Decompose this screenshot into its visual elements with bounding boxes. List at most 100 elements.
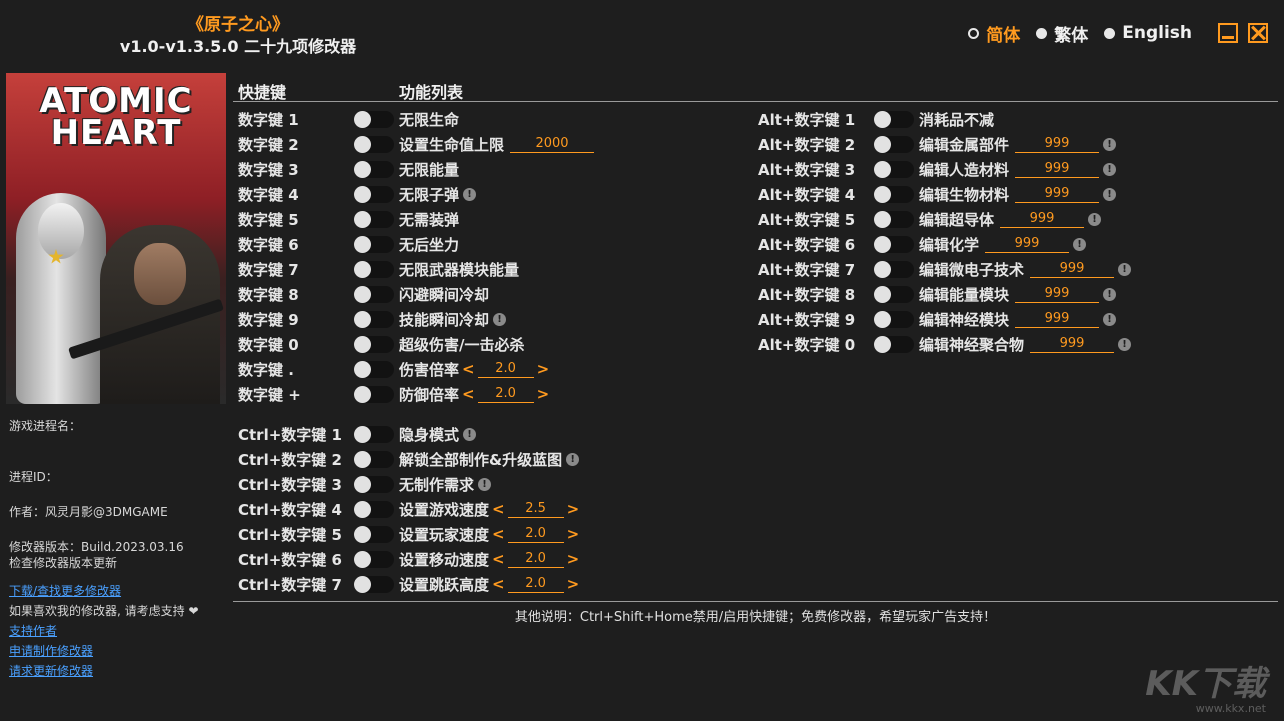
exclamation-circle-icon[interactable]: ! — [1118, 262, 1132, 276]
increase-arrow-icon[interactable]: > — [567, 500, 580, 518]
toggle-switch[interactable] — [354, 260, 394, 278]
decrease-arrow-icon[interactable]: < — [492, 575, 505, 593]
function-item: 编辑生物材料 999! — [919, 184, 1117, 205]
exclamation-circle-icon[interactable]: ! — [1103, 137, 1117, 151]
function-label: 设置生命值上限 — [399, 135, 505, 154]
toggle-switch[interactable] — [354, 335, 394, 353]
function-item: 无限武器模块能量 — [399, 259, 519, 280]
exclamation-circle-icon[interactable]: ! — [1118, 337, 1132, 351]
download-more-link[interactable]: 下载/查找更多修改器 — [9, 583, 121, 599]
function-label: 防御倍率 — [399, 385, 460, 404]
decrease-arrow-icon[interactable]: < — [462, 385, 475, 403]
toggle-switch[interactable] — [874, 185, 914, 203]
toggle-switch[interactable] — [354, 285, 394, 303]
exclamation-circle-icon[interactable]: ! — [1103, 162, 1117, 176]
value-input[interactable]: 2000 — [510, 136, 595, 153]
cheat-row: 数字键 3 无限能量 — [238, 158, 758, 180]
decrease-arrow-icon[interactable]: < — [492, 550, 505, 568]
exclamation-circle-icon[interactable]: ! — [478, 477, 492, 491]
exclamation-circle-icon[interactable]: ! — [1103, 187, 1117, 201]
toggle-switch[interactable] — [354, 210, 394, 228]
function-label: 设置跳跃高度 — [399, 575, 490, 594]
lang-option-simplified[interactable]: 简体 — [968, 21, 1020, 46]
hotkey-label: Ctrl+数字键 3 — [238, 475, 342, 494]
value-input[interactable]: 999 — [985, 236, 1070, 253]
toggle-switch[interactable] — [874, 335, 914, 353]
toggle-switch[interactable] — [874, 235, 914, 253]
value-input[interactable]: 999 — [1030, 261, 1115, 278]
increase-arrow-icon[interactable]: > — [537, 385, 550, 403]
exclamation-circle-icon[interactable]: ! — [1103, 312, 1117, 326]
function-item: 无需装弹 — [399, 209, 459, 230]
toggle-switch[interactable] — [354, 525, 394, 543]
value-input[interactable]: 999 — [1015, 186, 1100, 203]
decrease-arrow-icon[interactable]: < — [492, 500, 505, 518]
function-label: 无限生命 — [399, 110, 460, 129]
toggle-switch[interactable] — [354, 185, 394, 203]
value-input[interactable]: 999 — [1015, 286, 1100, 303]
stepper-value[interactable]: 2.0 — [507, 576, 564, 593]
exclamation-circle-icon[interactable]: ! — [463, 187, 477, 201]
exclamation-circle-icon[interactable]: ! — [1088, 212, 1102, 226]
stepper-value[interactable]: 2.0 — [477, 386, 534, 403]
lang-option-traditional[interactable]: 繁体 — [1036, 21, 1088, 46]
value-input[interactable]: 999 — [1015, 161, 1100, 178]
stepper-value[interactable]: 2.0 — [477, 361, 534, 378]
exclamation-circle-icon[interactable]: ! — [493, 312, 507, 326]
stepper-value[interactable]: 2.0 — [507, 526, 564, 543]
exclamation-circle-icon[interactable]: ! — [1103, 287, 1117, 301]
request-update-link[interactable]: 请求更新修改器 — [9, 663, 93, 679]
exclamation-circle-icon[interactable]: ! — [566, 452, 580, 466]
close-icon[interactable] — [1248, 23, 1268, 43]
value-input[interactable]: 999 — [1030, 336, 1115, 353]
toggle-switch[interactable] — [874, 110, 914, 128]
request-trainer-link[interactable]: 申请制作修改器 — [9, 643, 93, 659]
toggle-switch[interactable] — [354, 135, 394, 153]
increase-arrow-icon[interactable]: > — [537, 360, 550, 378]
cheat-row: Alt+数字键 3 编辑人造材料 999! — [758, 158, 1278, 180]
toggle-switch[interactable] — [354, 385, 394, 403]
toggle-switch[interactable] — [874, 135, 914, 153]
exclamation-circle-icon[interactable]: ! — [463, 427, 477, 441]
toggle-switch[interactable] — [354, 160, 394, 178]
function-item: 无后坐力 — [399, 234, 459, 255]
process-name-label: 游戏进程名： — [9, 419, 82, 433]
value-input[interactable]: 999 — [1015, 311, 1100, 328]
decrease-arrow-icon[interactable]: < — [492, 525, 505, 543]
toggle-switch[interactable] — [354, 235, 394, 253]
check-update-link[interactable]: 检查修改器版本更新 — [9, 555, 117, 571]
value-input[interactable]: 999 — [1015, 136, 1100, 153]
toggle-switch[interactable] — [354, 360, 394, 378]
toggle-switch[interactable] — [874, 260, 914, 278]
exclamation-circle-icon[interactable]: ! — [1073, 237, 1087, 251]
increase-arrow-icon[interactable]: > — [567, 525, 580, 543]
stepper-value[interactable]: 2.5 — [507, 501, 564, 518]
cheat-row: Ctrl+数字键 7 设置跳跃高度 <2.0 > — [238, 573, 758, 595]
function-item: 伤害倍率 <2.0 > — [399, 359, 552, 380]
stepper-value[interactable]: 2.0 — [507, 551, 564, 568]
toggle-switch[interactable] — [354, 310, 394, 328]
toggle-switch[interactable] — [354, 450, 394, 468]
function-item: 编辑神经模块 999! — [919, 309, 1117, 330]
increase-arrow-icon[interactable]: > — [567, 575, 580, 593]
toggle-switch[interactable] — [874, 285, 914, 303]
toggle-switch[interactable] — [354, 550, 394, 568]
hotkey-label: Alt+数字键 9 — [758, 310, 856, 329]
toggle-switch[interactable] — [354, 500, 394, 518]
increase-arrow-icon[interactable]: > — [567, 550, 580, 568]
decrease-arrow-icon[interactable]: < — [462, 360, 475, 378]
function-item: 超级伤害/一击必杀 — [399, 334, 524, 355]
value-input[interactable]: 999 — [1000, 211, 1085, 228]
lang-option-english[interactable]: English — [1104, 23, 1192, 43]
toggle-switch[interactable] — [354, 575, 394, 593]
toggle-switch[interactable] — [874, 310, 914, 328]
function-label: 隐身模式 — [399, 425, 460, 444]
toggle-switch[interactable] — [874, 210, 914, 228]
minimize-icon[interactable] — [1218, 23, 1238, 43]
support-author-link[interactable]: 支持作者 — [9, 623, 57, 639]
toggle-switch[interactable] — [354, 110, 394, 128]
toggle-switch[interactable] — [354, 475, 394, 493]
toggle-switch[interactable] — [874, 160, 914, 178]
function-item: 编辑超导体 999! — [919, 209, 1102, 230]
toggle-switch[interactable] — [354, 425, 394, 443]
